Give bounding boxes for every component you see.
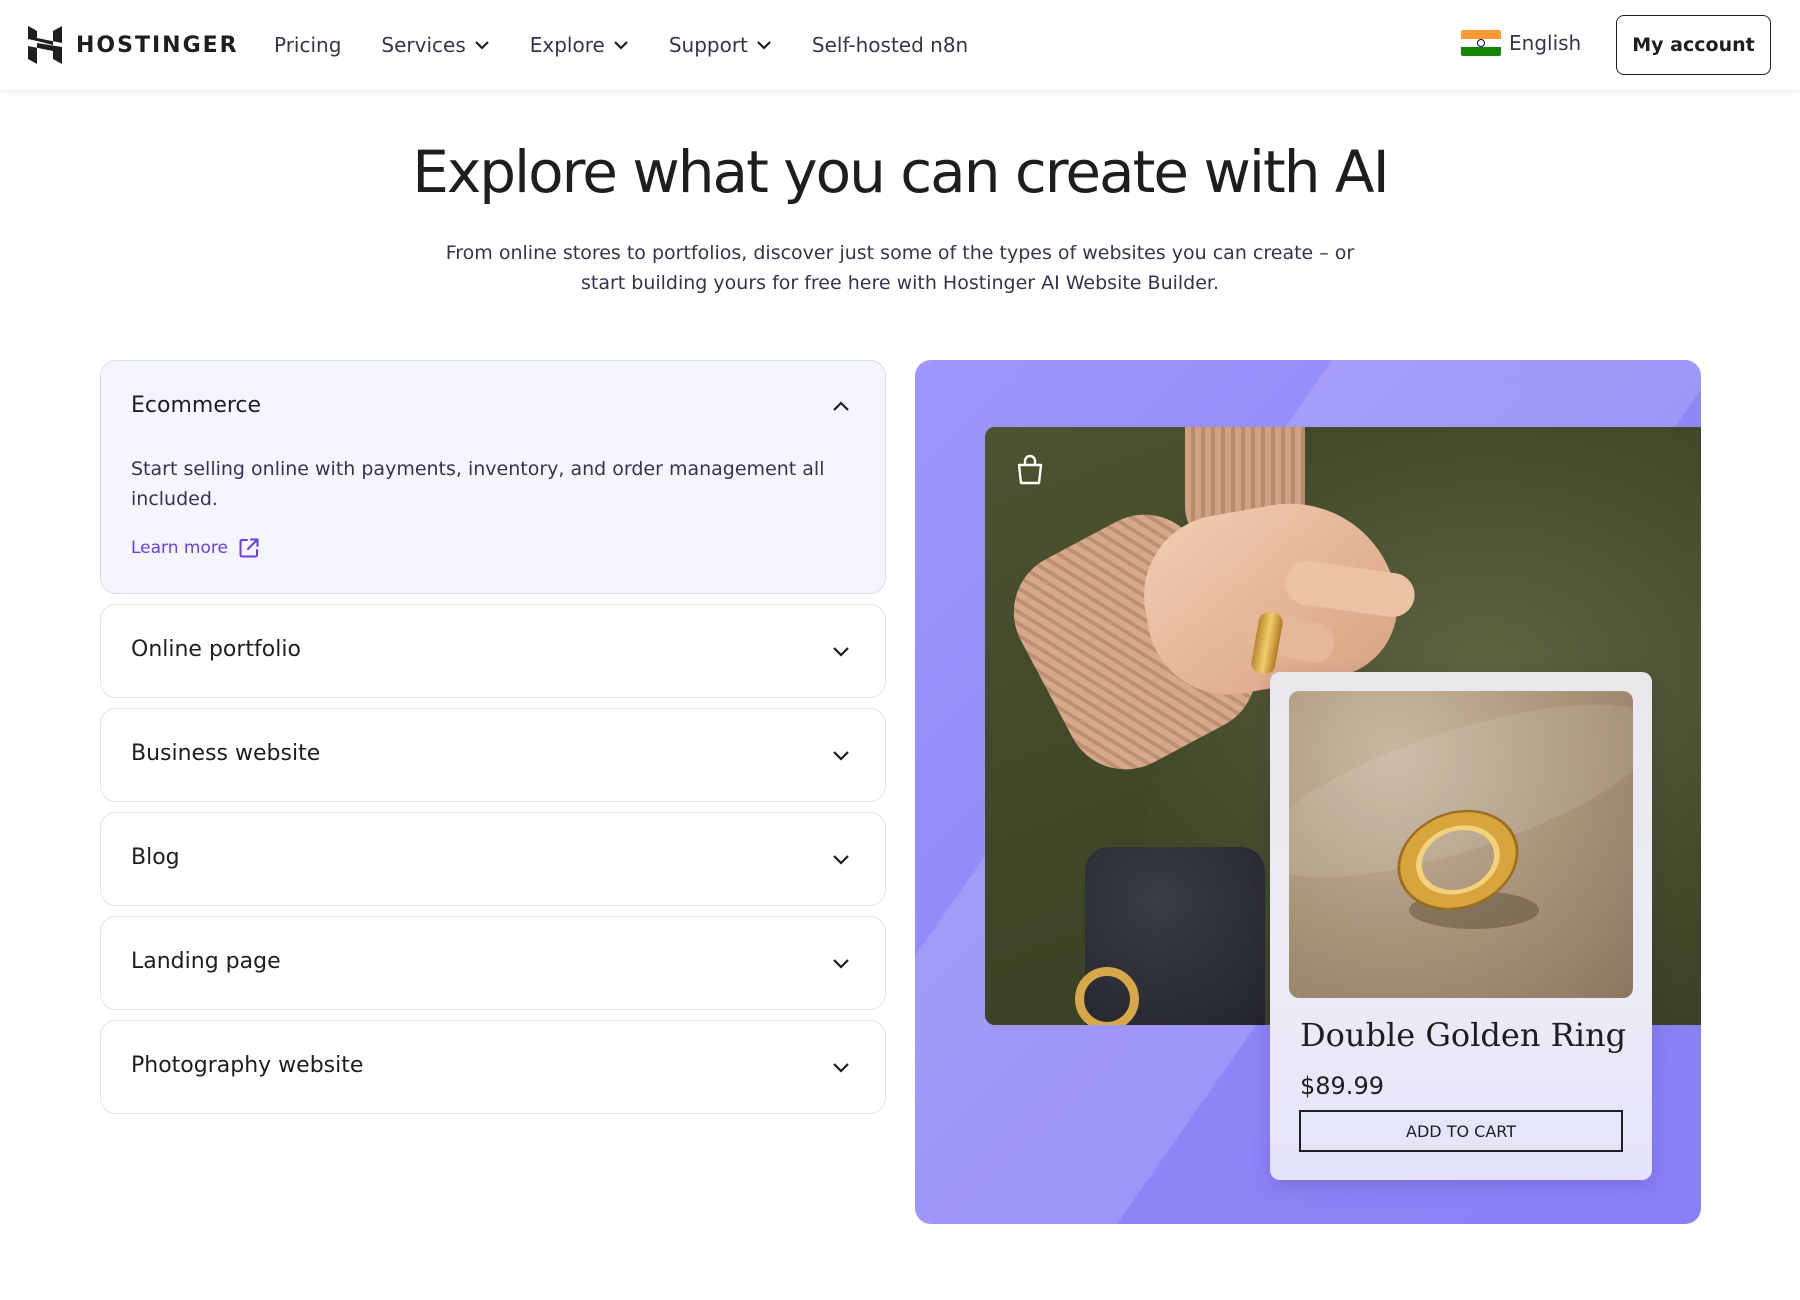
accordion-item-blog[interactable]: Blog	[100, 812, 886, 906]
accordion-item-title: Photography website	[131, 1053, 364, 1078]
add-to-cart-button[interactable]: ADD TO CART	[1299, 1110, 1623, 1152]
nav-item-support[interactable]: Support	[669, 33, 772, 57]
product-image	[1289, 691, 1633, 998]
india-flag-icon	[1461, 30, 1501, 56]
accordion-item-title: Business website	[131, 741, 321, 766]
product-card: Double Golden Ring $89.99 ADD TO CART	[1270, 672, 1652, 1180]
nav-item-label: Pricing	[274, 33, 342, 57]
accordion-item-title: Landing page	[131, 949, 281, 974]
accordion-item-photography-website[interactable]: Photography website	[100, 1020, 886, 1114]
chevron-down-icon	[474, 41, 489, 50]
nav-item-pricing[interactable]: Pricing	[274, 33, 341, 57]
nav-item-label: Support	[668, 33, 748, 57]
shopping-bag-icon[interactable]	[1015, 453, 1045, 485]
chevron-down-icon[interactable]	[831, 1057, 851, 1077]
accordion-item-online-portfolio[interactable]: Online portfolio	[100, 604, 886, 698]
external-link-icon	[239, 538, 259, 558]
nav-item-label: Explore	[529, 33, 605, 57]
site-header: HOSTINGER Pricing Services Explore Suppo…	[0, 0, 1800, 90]
website-types-accordion: Ecommerce Start selling online with paym…	[100, 360, 886, 1124]
chevron-up-icon[interactable]	[831, 397, 851, 417]
accordion-item-landing-page[interactable]: Landing page	[100, 916, 886, 1010]
product-price: $89.99	[1300, 1072, 1384, 1100]
chevron-down-icon[interactable]	[831, 953, 851, 973]
learn-more-link[interactable]: Learn more	[131, 537, 260, 559]
chevron-down-icon	[614, 41, 628, 50]
accordion-item-description: Start selling online with payments, inve…	[131, 458, 825, 510]
logo-text: HOSTINGER	[76, 32, 239, 58]
my-account-button[interactable]: My account	[1616, 15, 1771, 75]
main-nav: Pricing Services Explore Support Self-ho…	[274, 0, 1008, 90]
hostinger-logo-icon	[28, 26, 62, 64]
page-title: Explore what you can create with AI	[412, 138, 1389, 206]
nav-item-services[interactable]: Services	[381, 33, 489, 57]
nav-item-label: Self-hosted n8n	[811, 33, 969, 57]
accordion-item-title: Ecommerce	[131, 393, 262, 418]
language-selector[interactable]: English	[1461, 30, 1581, 56]
hostinger-logo[interactable]: HOSTINGER	[28, 26, 239, 64]
language-label: English	[1509, 31, 1582, 55]
accordion-item-title: Online portfolio	[131, 637, 301, 662]
page-subtitle: From online stores to portfolios, discov…	[445, 242, 1355, 294]
nav-item-self-hosted-n8n[interactable]: Self-hosted n8n	[812, 33, 968, 57]
learn-more-label: Learn more	[131, 538, 228, 558]
accordion-item-title: Blog	[131, 845, 180, 870]
product-name: Double Golden Ring	[1300, 1016, 1627, 1054]
chevron-down-icon[interactable]	[831, 849, 851, 869]
chevron-down-icon[interactable]	[831, 745, 851, 765]
accordion-item-ecommerce[interactable]: Ecommerce Start selling online with paym…	[100, 360, 886, 594]
ecommerce-preview-panel: Double Golden Ring $89.99 ADD TO CART	[915, 360, 1701, 1224]
accordion-item-business-website[interactable]: Business website	[100, 708, 886, 802]
nav-item-explore[interactable]: Explore	[530, 33, 629, 57]
nav-item-label: Services	[381, 33, 466, 57]
chevron-down-icon	[757, 41, 771, 50]
chevron-down-icon[interactable]	[831, 641, 851, 661]
